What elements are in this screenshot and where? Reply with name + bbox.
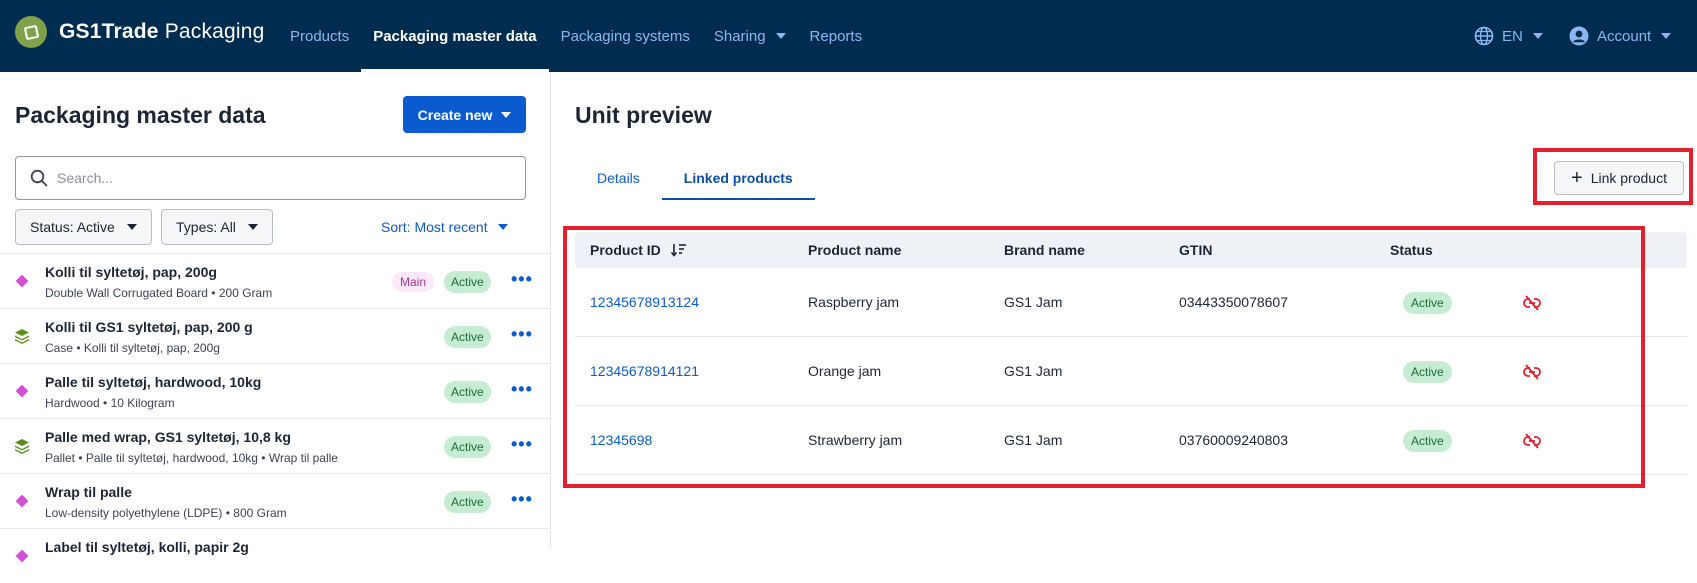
list-item[interactable]: Kolli til GS1 syltetøj, pap, 200 g Case …	[0, 308, 550, 363]
status-badge: Active	[444, 326, 491, 348]
item-subtitle: Hardwood • 10 Kilogram	[45, 396, 175, 410]
brand-name: GS1Trade Packaging	[59, 20, 265, 43]
diamond-icon	[15, 549, 29, 563]
item-subtitle: Pallet • Palle til syltetøj, hardwood, 1…	[45, 451, 338, 465]
packaging-list: Kolli til syltetøj, pap, 200g Double Wal…	[0, 253, 550, 583]
item-subtitle: Low-density polyethylene (LDPE) • 800 Gr…	[45, 506, 287, 520]
preview-title: Unit preview	[575, 102, 712, 128]
layers-icon	[15, 439, 29, 454]
search-box	[15, 156, 526, 200]
nav-packaging-master-data[interactable]: Packaging master data	[361, 0, 550, 72]
brand-logo[interactable]: GS1Trade Packaging	[15, 16, 265, 48]
types-filter[interactable]: Types: All	[161, 209, 273, 245]
status-badge: Active	[444, 436, 491, 458]
more-options-icon[interactable]: •••	[511, 434, 533, 455]
item-title: Label til syltetøj, kolli, papir 2g	[45, 539, 249, 555]
packaging-list-panel: Packaging master data Create new Status:…	[0, 72, 551, 563]
layers-icon	[15, 329, 29, 344]
diamond-icon	[15, 494, 29, 508]
item-title: Palle med wrap, GS1 syltetøj, 10,8 kg	[45, 429, 291, 445]
chevron-down-icon	[501, 111, 512, 118]
more-options-icon[interactable]: •••	[511, 489, 533, 510]
gs1-logo-icon	[15, 16, 47, 48]
item-title: Palle til syltetøj, hardwood, 10kg	[45, 374, 262, 390]
item-title: Wrap til palle	[45, 484, 132, 500]
sort-dropdown[interactable]: Sort: Most recent	[381, 209, 508, 245]
account-menu[interactable]: Account	[1569, 0, 1672, 72]
status-badge: Active	[444, 381, 491, 403]
more-options-icon[interactable]: •••	[511, 379, 533, 400]
more-options-icon[interactable]: •••	[511, 324, 533, 345]
top-navigation-bar: GS1Trade Packaging Products Packaging ma…	[0, 0, 1697, 72]
account-icon	[1569, 26, 1589, 46]
chevron-down-icon	[1532, 33, 1543, 39]
chevron-down-icon	[126, 224, 137, 230]
page-title: Packaging master data	[15, 102, 266, 128]
item-title: Kolli til syltetøj, pap, 200g	[45, 264, 217, 280]
search-icon	[30, 169, 48, 187]
list-item[interactable]: Kolli til syltetøj, pap, 200g Double Wal…	[0, 253, 550, 308]
chevron-down-icon	[247, 224, 258, 230]
tab-linked-products[interactable]: Linked products	[661, 156, 815, 200]
chevron-down-icon	[1661, 33, 1672, 39]
list-item[interactable]: Palle med wrap, GS1 syltetøj, 10,8 kg Pa…	[0, 418, 550, 473]
nav-packaging-systems[interactable]: Packaging systems	[549, 0, 702, 72]
status-badge: Active	[444, 491, 491, 513]
more-options-icon[interactable]: •••	[511, 269, 533, 290]
preview-tabs: Details Linked products	[575, 156, 815, 200]
diamond-icon	[15, 384, 29, 398]
highlight-linked-products-table	[563, 226, 1645, 488]
item-title: Kolli til GS1 syltetøj, pap, 200 g	[45, 319, 253, 335]
highlight-link-product	[1533, 148, 1693, 205]
item-subtitle: Case • Kolli til syltetøj, pap, 200g	[45, 341, 220, 355]
main-nav: Products Packaging master data Packaging…	[278, 0, 874, 72]
item-subtitle: Double Wall Corrugated Board • 200 Gram	[45, 286, 273, 300]
search-input[interactable]	[57, 170, 497, 186]
language-selector[interactable]: EN	[1474, 0, 1543, 72]
globe-icon	[1474, 26, 1494, 46]
chevron-down-icon	[775, 33, 786, 39]
nav-sharing[interactable]: Sharing	[702, 0, 798, 72]
nav-reports[interactable]: Reports	[798, 0, 875, 72]
tab-details[interactable]: Details	[575, 156, 662, 200]
status-filter[interactable]: Status: Active	[15, 209, 152, 245]
create-new-button[interactable]: Create new	[403, 96, 526, 133]
list-item[interactable]: Palle til syltetøj, hardwood, 10kg Hardw…	[0, 363, 550, 418]
diamond-icon	[15, 274, 29, 288]
nav-products[interactable]: Products	[278, 0, 361, 72]
main-badge: Main	[392, 272, 435, 292]
status-badge: Active	[444, 271, 491, 293]
list-item[interactable]: Wrap til palle Low-density polyethylene …	[0, 473, 550, 528]
list-item[interactable]: Label til syltetøj, kolli, papir 2g	[0, 528, 550, 583]
chevron-down-icon	[497, 224, 508, 230]
